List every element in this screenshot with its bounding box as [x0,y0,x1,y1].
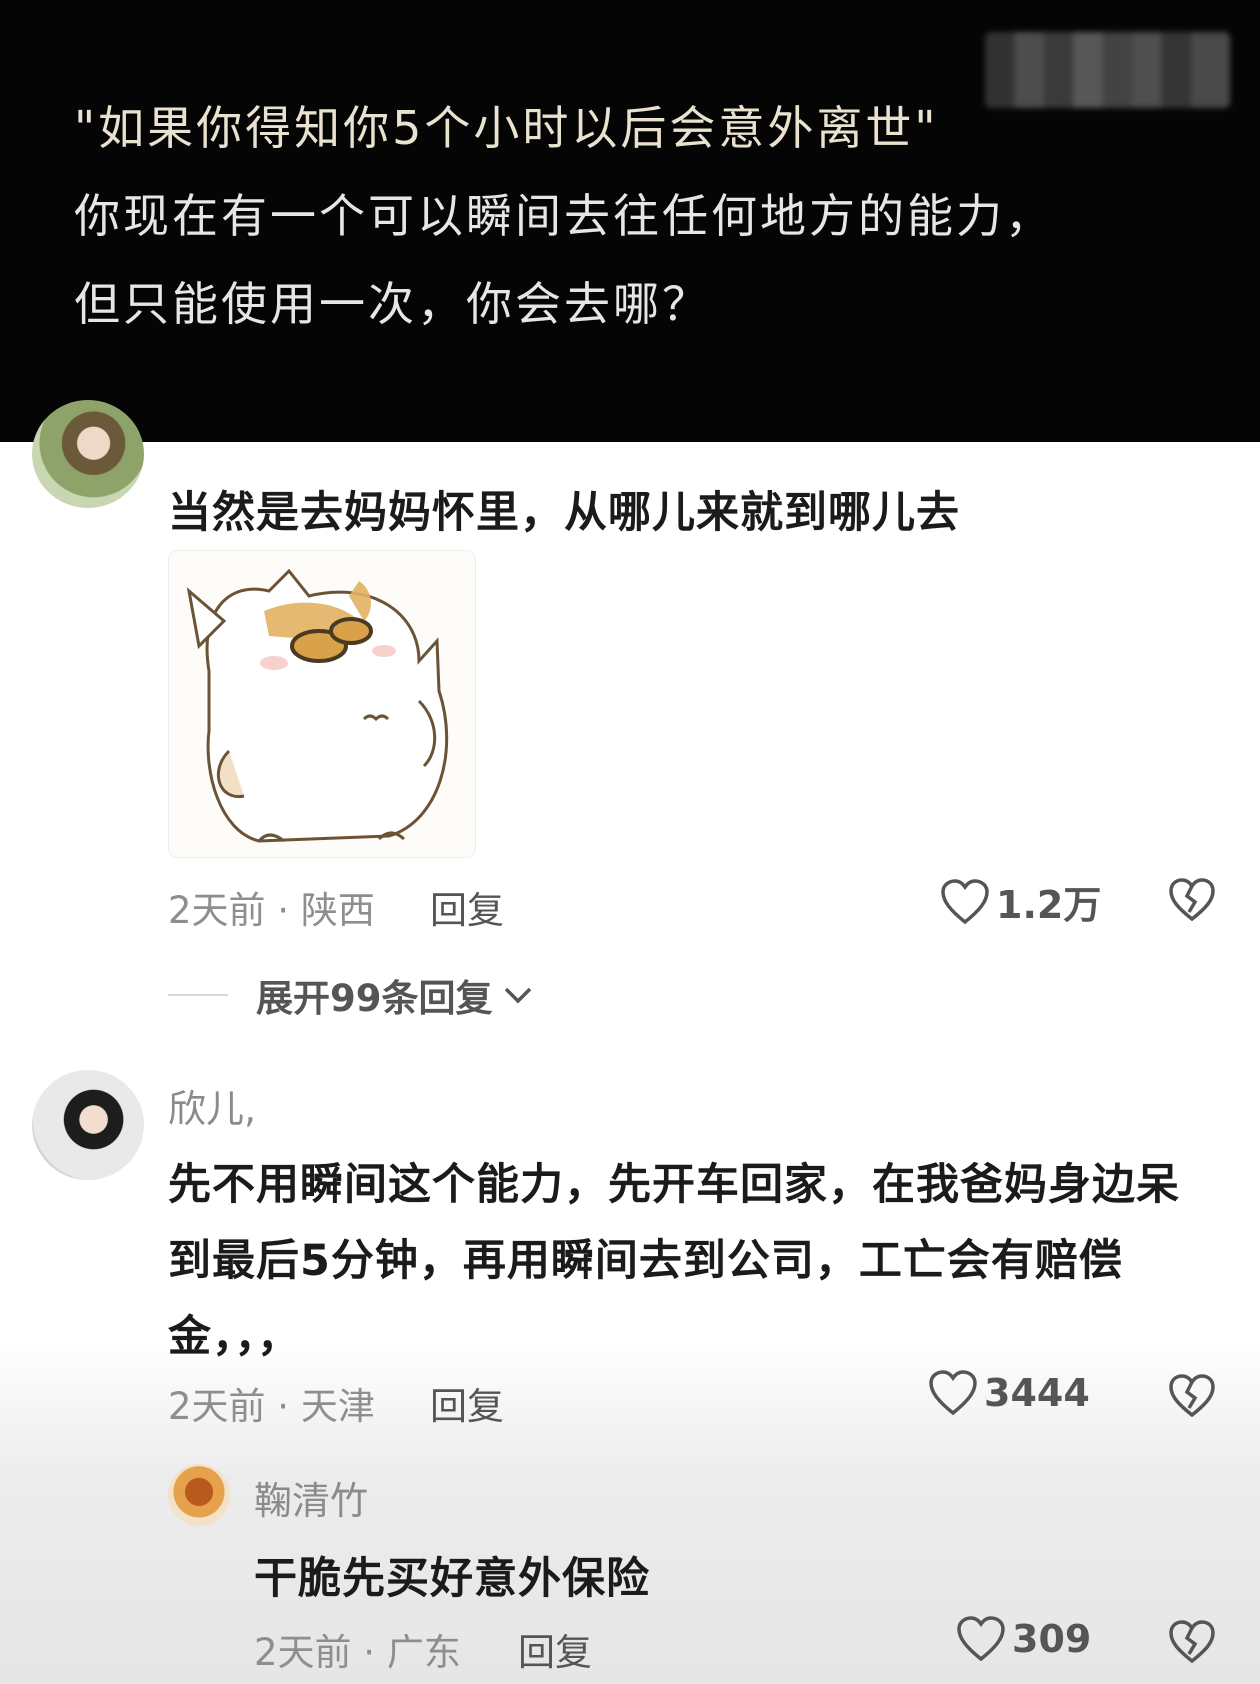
comment-text-line-1: 先不用瞬间这个能力，先开车回家，在我爸妈身边呆 [168,1160,1180,1210]
comment-meta: 2天前 · 天津 [168,1385,375,1428]
like-button[interactable]: 3444 [928,1370,1090,1416]
reply-button[interactable]: 回复 [430,880,504,934]
reply-button[interactable]: 回复 [430,1376,504,1430]
username[interactable]: 鞠清竹 [254,1470,368,1525]
like-count: 1.2万 [996,883,1102,927]
like-count: 3444 [984,1371,1090,1415]
blurred-watermark [985,32,1230,108]
heart-icon [957,1616,1005,1662]
dislike-button[interactable] [1168,878,1216,926]
broken-heart-icon [1169,878,1215,922]
heart-icon [929,1370,977,1416]
question-line-1: "如果你得知你5个小时以后会意外离世" [74,101,939,155]
question-header: "如果你得知你5个小时以后会意外离世" 你现在有一个可以瞬间去往任何地方的能力，… [0,0,1260,442]
expand-replies-label: 展开99条回复 [256,977,493,1020]
broken-heart-icon [1169,1620,1215,1664]
question-line-3: 但只能使用一次，你会去哪？ [74,277,711,331]
avatar[interactable] [32,400,144,508]
dislike-button[interactable] [1168,1620,1216,1668]
comment-meta: 2天前 · 广东 [254,1631,461,1674]
reply-text: 干脆先买好意外保险 [254,1554,650,1604]
avatar[interactable] [32,1070,144,1180]
broken-heart-icon [1169,1374,1215,1418]
comment-text: 当然是去妈妈怀里，从哪儿来就到哪儿去 [168,488,960,538]
cat-sticker-drawing [186,568,449,843]
avatar[interactable] [168,1464,230,1526]
heart-icon [941,878,989,924]
cat-sticker-image[interactable] [168,550,476,858]
like-button[interactable]: 1.2万 [940,874,1101,929]
like-count: 309 [1012,1617,1092,1661]
username[interactable]: 欣儿, [168,1078,256,1133]
comment-meta: 2天前 · 陕西 [168,889,375,932]
comment-text-line-2: 到最后5分钟，再用瞬间去到公司，工亡会有赔偿 [168,1236,1123,1286]
comment-text-line-3: 金，，， [168,1312,301,1362]
expand-replies[interactable]: 展开99条回复 [168,968,535,1022]
dislike-button[interactable] [1168,1374,1216,1422]
question-line-2: 你现在有一个可以瞬间去往任何地方的能力， [74,189,1054,243]
divider [168,994,228,996]
reply-button[interactable]: 回复 [518,1622,592,1676]
like-button[interactable]: 309 [956,1616,1091,1662]
chevron-down-icon [504,987,531,1004]
